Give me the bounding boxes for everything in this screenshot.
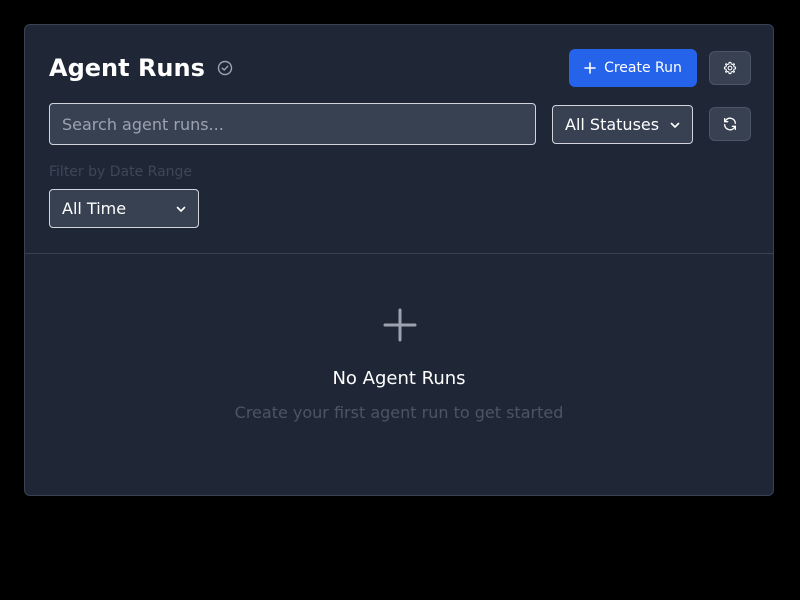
agent-runs-panel: Agent Runs Create Run All Statuses <box>24 24 774 496</box>
empty-state-subtitle: Create your first agent run to get start… <box>234 403 564 422</box>
settings-button[interactable] <box>709 51 751 85</box>
chevron-down-icon <box>670 122 680 128</box>
date-range-select[interactable]: All Time <box>49 189 199 228</box>
date-range-select-value: All Time <box>62 199 127 218</box>
refresh-button[interactable] <box>709 107 751 141</box>
search-input[interactable] <box>49 103 536 145</box>
create-run-label: Create Run <box>604 60 682 76</box>
panel-header: Agent Runs Create Run All Statuses <box>25 25 773 254</box>
empty-state: No Agent Runs Create your first agent ru… <box>25 254 773 495</box>
page-title: Agent Runs <box>49 54 205 82</box>
gear-icon <box>723 61 737 75</box>
check-circle-icon <box>217 60 233 76</box>
status-select[interactable]: All Statuses <box>552 105 693 144</box>
plus-icon <box>383 308 417 342</box>
plus-icon <box>584 62 596 74</box>
refresh-icon <box>724 117 736 131</box>
create-run-button[interactable]: Create Run <box>569 49 697 87</box>
status-select-value: All Statuses <box>565 115 660 134</box>
date-range-label: Filter by Date Range <box>49 164 193 180</box>
chevron-down-icon <box>176 206 186 212</box>
empty-state-title: No Agent Runs <box>332 368 466 389</box>
